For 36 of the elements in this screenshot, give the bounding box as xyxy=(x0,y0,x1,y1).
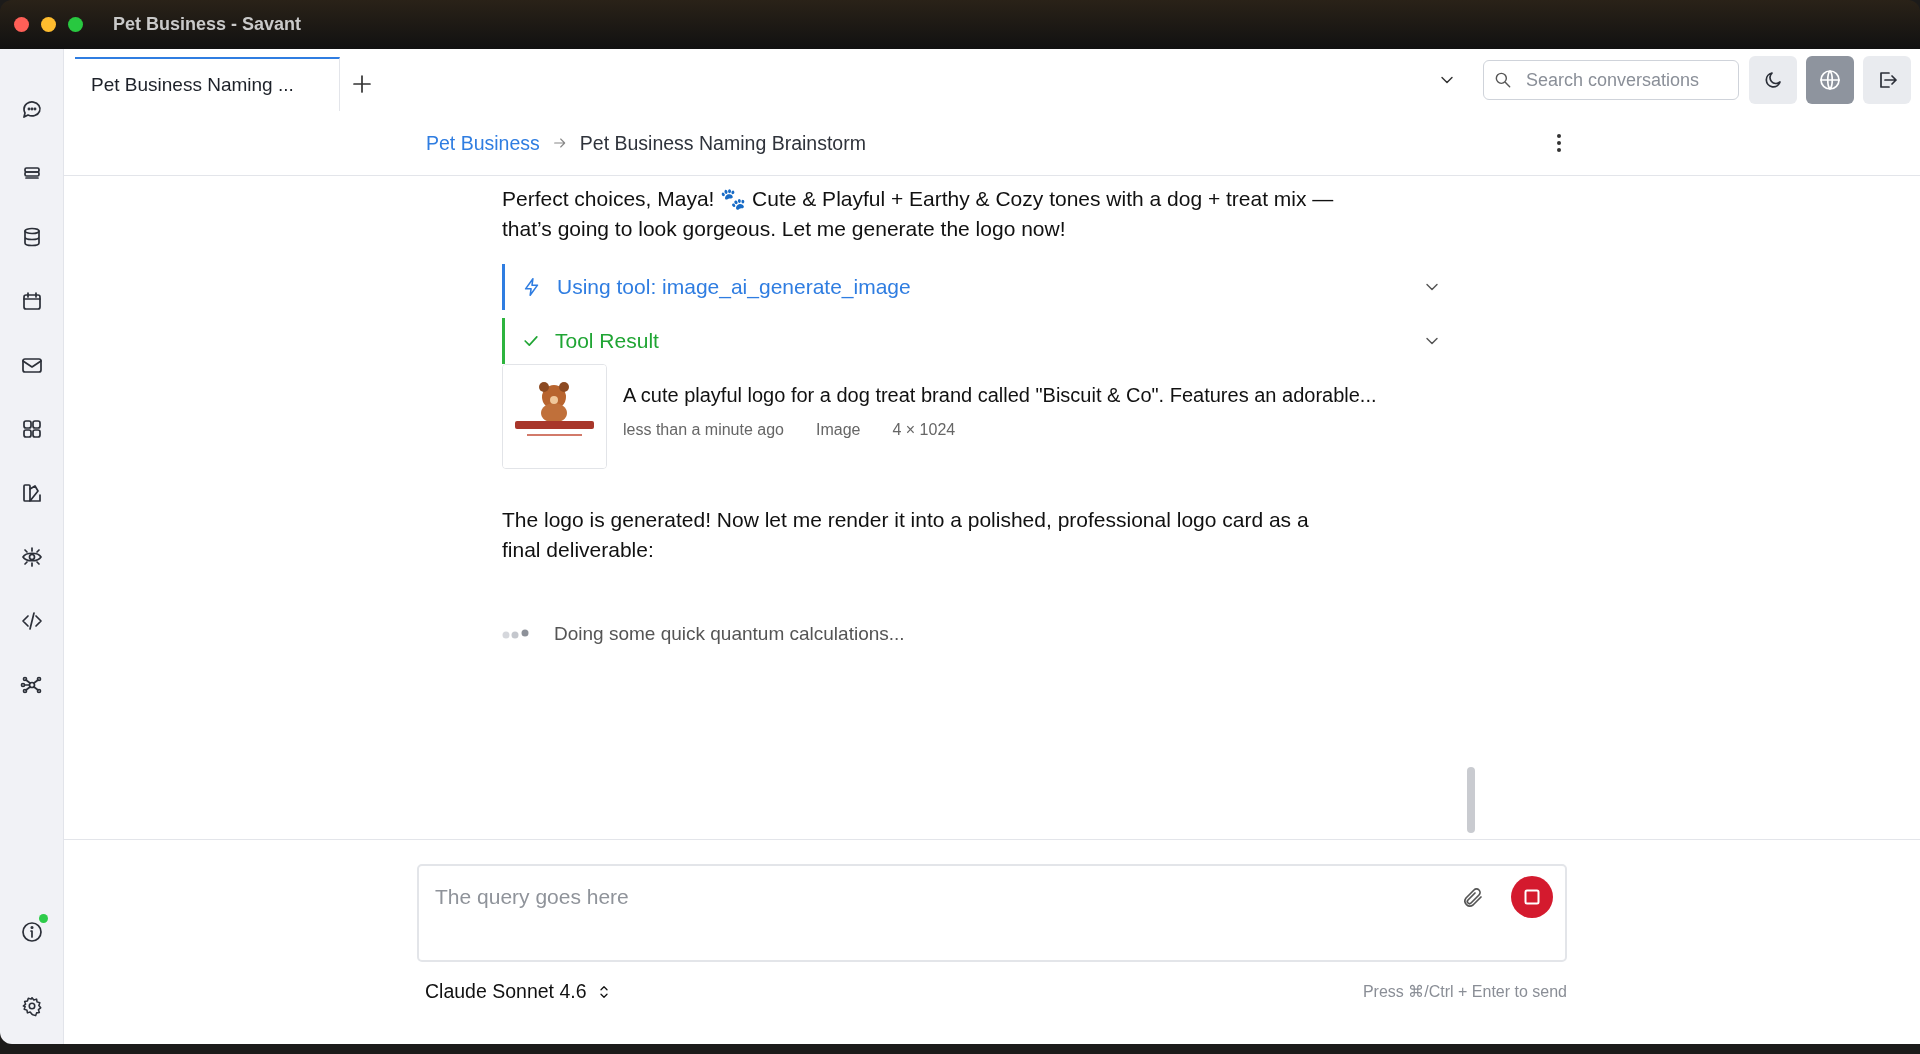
arrow-right-icon xyxy=(551,135,568,151)
language-button[interactable] xyxy=(1806,56,1854,104)
attach-button[interactable] xyxy=(1461,886,1485,910)
window-title: Pet Business - Savant xyxy=(113,14,302,35)
keyboard-hint: Press ⌘/Ctrl + Enter to send xyxy=(1362,982,1567,1001)
globe-icon xyxy=(1818,68,1842,92)
code-icon xyxy=(19,609,44,633)
search-icon xyxy=(1493,70,1513,90)
file-type: Image xyxy=(816,421,861,439)
image-description[interactable]: A cute playful logo for a dog treat brand called "Biscuit & Co". Features an adorable... xyxy=(623,384,1377,407)
stop-button[interactable] xyxy=(1511,876,1553,918)
kebab-menu-icon xyxy=(1556,133,1562,153)
minimize-window-button[interactable] xyxy=(41,17,56,32)
conversation-title: Pet Business Naming Brainstorm xyxy=(579,131,866,155)
stop-icon xyxy=(1524,889,1540,905)
settings-icon xyxy=(20,995,43,1017)
status-text: Doing some quick quantum calculations... xyxy=(554,623,905,645)
more-options-button[interactable] xyxy=(1556,133,1562,153)
assistant-message: The logo is generated! Now let me render it into a polished, professional logo card as a final deliverable: xyxy=(502,507,1310,563)
theme-button[interactable] xyxy=(1749,56,1797,104)
assistant-message: Perfect choices, Maya! 🐾 Cute & Playful + Earthy & Cozy tones with a dog + treat mix — that’s going to look gorgeous. Let me generate the logo now! xyxy=(502,186,1335,242)
info-icon xyxy=(19,920,44,944)
tool-call-row[interactable]: Using tool: image_ai_generate_image xyxy=(502,264,1462,310)
breadcrumb-link[interactable]: Pet Business xyxy=(426,131,540,155)
logout-button[interactable] xyxy=(1863,56,1911,104)
image-dimensions: 4 × 1024 xyxy=(892,421,956,439)
query-input-field[interactable]: The query goes here xyxy=(417,864,1567,962)
plus-icon xyxy=(350,72,374,96)
scrollbar-thumb[interactable] xyxy=(1467,767,1475,833)
search-field[interactable]: Search conversations xyxy=(1483,60,1739,100)
model-selector[interactable]: Claude Sonnet 4.6 xyxy=(425,980,613,1003)
timestamp: less than a minute ago xyxy=(623,421,784,439)
paperclip-icon xyxy=(1461,886,1485,910)
eye-icon xyxy=(19,545,44,569)
close-window-button[interactable] xyxy=(14,17,29,32)
maximize-window-button[interactable] xyxy=(68,17,83,32)
